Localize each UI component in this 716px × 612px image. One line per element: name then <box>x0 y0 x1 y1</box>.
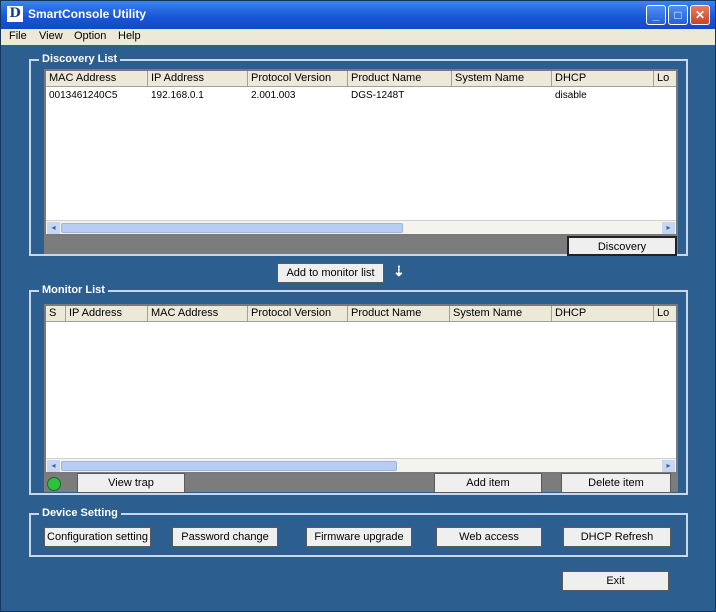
monitor-panel-title: Monitor List <box>39 284 108 296</box>
web-access-button[interactable]: Web access <box>436 527 542 547</box>
menu-bar: File View Option Help <box>1 29 715 45</box>
col-ip-address[interactable]: IP Address <box>148 71 248 87</box>
monitor-panel: Monitor List S IP Address MAC Address Pr… <box>29 284 688 495</box>
delete-item-button[interactable]: Delete item <box>561 473 671 493</box>
cell-ip: 192.168.0.1 <box>151 90 204 101</box>
col-product-name[interactable]: Product Name <box>348 71 452 87</box>
discovery-button[interactable]: Discovery <box>567 236 677 256</box>
cell-dhcp: disable <box>555 90 587 101</box>
scroll-right-icon[interactable]: ▸ <box>662 460 675 472</box>
window-title: SmartConsole Utility <box>28 7 147 21</box>
discovery-panel-title: Discovery List <box>39 53 121 65</box>
dhcp-refresh-button[interactable]: DHCP Refresh <box>563 527 671 547</box>
col-protocol-version[interactable]: Protocol Version <box>248 306 348 322</box>
col-dhcp[interactable]: DHCP <box>552 71 654 87</box>
col-protocol-version[interactable]: Protocol Version <box>248 71 348 87</box>
monitor-header-row: S IP Address MAC Address Protocol Versio… <box>46 306 676 322</box>
col-mac-address[interactable]: MAC Address <box>46 71 148 87</box>
firmware-upgrade-button[interactable]: Firmware upgrade <box>306 527 412 547</box>
cell-mac: 0013461240C5 <box>49 90 118 101</box>
title-bar[interactable]: D SmartConsole Utility _ □ ✕ <box>1 1 715 29</box>
app-window: D SmartConsole Utility _ □ ✕ File View O… <box>0 0 716 612</box>
monitor-list[interactable]: S IP Address MAC Address Protocol Versio… <box>44 304 678 474</box>
col-ip-address[interactable]: IP Address <box>66 306 148 322</box>
exit-button[interactable]: Exit <box>562 571 669 591</box>
scroll-left-icon[interactable]: ◂ <box>47 222 60 234</box>
col-product-name[interactable]: Product Name <box>348 306 450 322</box>
scroll-thumb[interactable] <box>61 461 397 471</box>
scroll-right-icon[interactable]: ▸ <box>662 222 675 234</box>
maximize-button[interactable]: □ <box>668 5 688 25</box>
col-system-name[interactable]: System Name <box>452 71 552 87</box>
device-setting-title: Device Setting <box>39 507 121 519</box>
add-item-button[interactable]: Add item <box>434 473 542 493</box>
device-setting-panel: Device Setting Configuration setting Pas… <box>29 507 688 557</box>
menu-option[interactable]: Option <box>74 30 106 42</box>
col-status[interactable]: S <box>46 306 66 322</box>
configuration-setting-button[interactable]: Configuration setting <box>44 527 151 547</box>
col-mac-address[interactable]: MAC Address <box>148 306 248 322</box>
cell-protocol: 2.001.003 <box>251 90 296 101</box>
close-button[interactable]: ✕ <box>690 5 710 25</box>
cell-product: DGS-1248T <box>351 90 405 101</box>
menu-file[interactable]: File <box>9 30 27 42</box>
col-location[interactable]: Lo <box>654 306 676 322</box>
cell-system <box>452 89 455 103</box>
menu-help[interactable]: Help <box>118 30 141 42</box>
scroll-thumb[interactable] <box>61 223 403 233</box>
discovery-panel: Discovery List MAC Address IP Address Pr… <box>29 53 688 256</box>
app-logo-icon: D <box>7 6 23 22</box>
col-location[interactable]: Lo <box>654 71 676 87</box>
view-trap-button[interactable]: View trap <box>77 473 185 493</box>
add-to-monitor-list-button[interactable]: Add to monitor list <box>277 263 384 283</box>
col-dhcp[interactable]: DHCP <box>552 306 654 322</box>
col-system-name[interactable]: System Name <box>450 306 552 322</box>
discovery-header-row: MAC Address IP Address Protocol Version … <box>46 71 676 87</box>
menu-view[interactable]: View <box>39 30 63 42</box>
scroll-left-icon[interactable]: ◂ <box>47 460 60 472</box>
status-indicator-icon <box>47 477 61 491</box>
discovery-list[interactable]: MAC Address IP Address Protocol Version … <box>44 69 678 236</box>
minimize-button[interactable]: _ <box>646 5 666 25</box>
arrow-down-icon: ⇣ <box>393 263 405 279</box>
discovery-hscrollbar[interactable]: ◂ ▸ <box>46 220 676 234</box>
password-change-button[interactable]: Password change <box>172 527 278 547</box>
monitor-hscrollbar[interactable]: ◂ ▸ <box>46 458 676 472</box>
